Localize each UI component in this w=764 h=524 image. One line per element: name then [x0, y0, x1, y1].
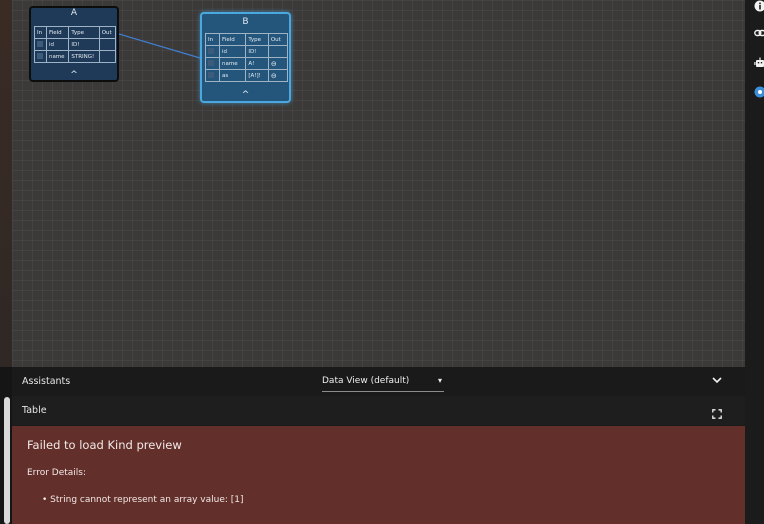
col-header: Type	[68, 26, 100, 39]
table-header-row: In Field Type Out	[34, 26, 117, 39]
table-row: name A! ⊖	[204, 57, 289, 70]
in-port[interactable]	[34, 38, 47, 51]
assistants-bar: Assistants Data View (default) ▾	[12, 367, 745, 395]
field-type: A!	[245, 57, 269, 70]
col-header: In	[34, 26, 47, 39]
link-icon[interactable]	[754, 27, 764, 39]
chevron-down-icon: ▾	[437, 376, 442, 385]
error-list: String cannot represent an array value: …	[42, 495, 243, 505]
col-header: Type	[245, 33, 269, 46]
table-header-row: In Field Type Out	[204, 33, 289, 46]
col-header: Out	[267, 33, 289, 46]
col-header: Field	[45, 26, 70, 39]
node-title: B	[242, 17, 249, 27]
col-header: Field	[219, 33, 247, 46]
data-view-select-value: Data View (default)	[322, 376, 410, 386]
node-title: A	[70, 8, 78, 18]
collapse-node-button[interactable]: ^	[202, 90, 289, 100]
collapse-node-button[interactable]: ^	[31, 70, 117, 80]
out-link-icon[interactable]: ⊖	[267, 57, 289, 70]
chevron-down-icon	[712, 377, 722, 384]
field-name: as	[219, 69, 247, 82]
field-type: [A!]!	[245, 69, 269, 82]
out-port[interactable]	[98, 38, 117, 51]
data-view-select[interactable]: Data View (default) ▾	[322, 373, 444, 392]
relation-edge	[31, 9, 201, 59]
table-row: as [A!]! ⊖	[204, 69, 289, 82]
col-header: Out	[98, 26, 117, 39]
field-type: ID!	[245, 45, 269, 58]
out-port[interactable]	[98, 50, 117, 63]
table-row: name STRING!	[34, 50, 117, 63]
assistants-label: Assistants	[22, 376, 71, 387]
node-fields-table: In Field Type Out id ID! name STRING!	[34, 26, 117, 63]
fullscreen-icon	[712, 409, 722, 419]
in-port[interactable]	[204, 57, 221, 70]
table-label: Table	[22, 405, 47, 416]
field-name: id	[45, 38, 70, 51]
error-message-box: Failed to load Kind preview Error Detail…	[12, 426, 745, 524]
fullscreen-button[interactable]	[712, 404, 722, 419]
right-rail	[745, 0, 764, 524]
graph-canvas[interactable]: A In Field Type Out id ID! name STRING! …	[12, 0, 745, 367]
collapse-panel-button[interactable]	[712, 374, 722, 387]
field-type: STRING!	[68, 50, 100, 63]
in-port[interactable]	[204, 69, 221, 82]
col-header: In	[204, 33, 221, 46]
field-type: ID!	[68, 38, 100, 51]
table-row: id ID!	[34, 38, 117, 51]
node-a[interactable]: A In Field Type Out id ID! name STRING! …	[29, 6, 119, 82]
field-name: name	[219, 57, 247, 70]
robot-icon[interactable]	[754, 57, 764, 69]
left-strip	[0, 0, 12, 367]
field-name: id	[219, 45, 247, 58]
in-port[interactable]	[34, 50, 47, 63]
out-port[interactable]	[267, 45, 289, 58]
error-list-item: String cannot represent an array value: …	[42, 495, 243, 505]
panel-scrollbar[interactable]	[4, 397, 10, 524]
error-title: Failed to load Kind preview	[27, 438, 182, 452]
node-b[interactable]: B In Field Type Out id ID! name A! ⊖ as …	[200, 12, 291, 103]
info-icon[interactable]	[754, 0, 764, 12]
bottom-panel: Assistants Data View (default) ▾ Table F…	[12, 367, 745, 524]
table-row: id ID!	[204, 45, 289, 58]
error-details-label: Error Details:	[27, 468, 87, 478]
field-name: name	[45, 50, 70, 63]
in-port[interactable]	[204, 45, 221, 58]
out-link-icon[interactable]: ⊖	[267, 69, 289, 82]
status-dot-icon[interactable]	[754, 86, 764, 98]
table-section-header: Table	[12, 396, 745, 425]
node-fields-table: In Field Type Out id ID! name A! ⊖ as [A…	[204, 33, 289, 82]
